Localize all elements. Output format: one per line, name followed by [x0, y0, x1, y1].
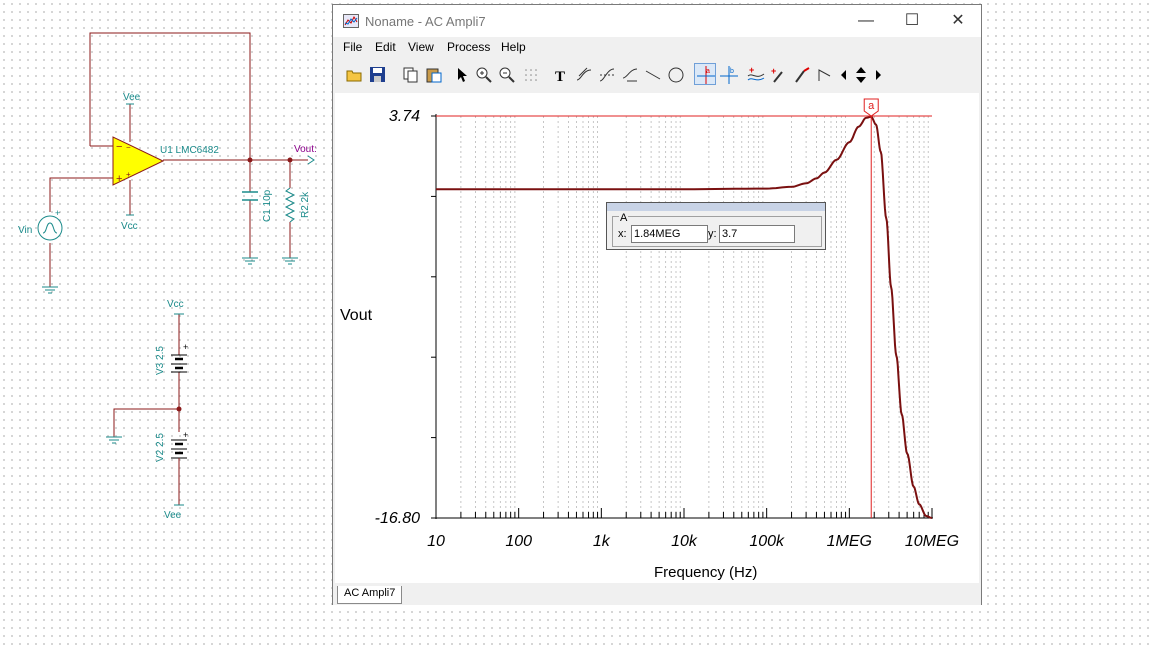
tab-strip: AC Ampli7 — [333, 583, 981, 605]
svg-text:+: + — [126, 170, 131, 179]
nav-right-icon[interactable] — [869, 63, 885, 85]
opamp-symbol[interactable]: − + − + — [112, 136, 165, 186]
vcc-supply-label: Vcc — [167, 299, 184, 310]
x-tick-label: 1MEG — [827, 533, 872, 550]
svg-text:+: + — [183, 430, 188, 440]
cursor-a-icon[interactable]: a — [694, 63, 716, 85]
v3-label: V3 2.5 — [155, 346, 166, 375]
curve-icon[interactable] — [595, 63, 617, 85]
vout-label: Vout: — [294, 144, 317, 155]
x-axis-label: Frequency (Hz) — [654, 564, 757, 581]
svg-text:+: + — [771, 66, 776, 76]
schematic-canvas[interactable]: − + − + U1 LMC6482 Vee Vcc Vout: + Vin C… — [0, 0, 330, 648]
diagram-window[interactable]: Noname - AC Ampli7 — ☐ ✕ File Edit View … — [332, 4, 982, 605]
r2-label: R2 2k — [300, 191, 311, 218]
window-title: Noname - AC Ampli7 — [365, 14, 486, 29]
cursor-b-icon[interactable]: b — [717, 63, 739, 85]
v2-label: V2 2.5 — [155, 433, 166, 462]
cursor-x-field[interactable]: 1.84MEG — [631, 225, 708, 243]
cursor-x-label: x: — [618, 228, 627, 240]
menu-view[interactable]: View — [408, 40, 434, 54]
minimize-button[interactable]: — — [843, 5, 889, 37]
marker-icon[interactable] — [790, 63, 812, 85]
svg-text:−: − — [126, 143, 131, 152]
plot-area[interactable]: 10 100 1k 10k 100k 1MEG 10MEG 3.74 -16.80 a Vout… — [335, 93, 979, 583]
curve-edit-icon[interactable] — [572, 63, 594, 85]
x-tick-label: 10 — [427, 533, 445, 550]
add-curve-icon[interactable]: + — [744, 63, 766, 85]
y-axis-label: Vout — [340, 307, 373, 324]
line-icon[interactable] — [641, 63, 663, 85]
circle-icon[interactable] — [664, 63, 686, 85]
save-icon[interactable] — [366, 63, 388, 85]
x-tick-label: 10MEG — [905, 533, 959, 550]
title-bar[interactable]: Noname - AC Ampli7 — ☐ ✕ — [333, 5, 981, 37]
bode-chart[interactable]: 10 100 1k 10k 100k 1MEG 10MEG 3.74 -16.80 a Vout… — [335, 93, 979, 583]
capacitor-c1[interactable] — [242, 191, 258, 201]
svg-text:+: + — [183, 342, 188, 352]
x-tick-label: 10k — [671, 533, 698, 550]
battery-v3[interactable] — [171, 354, 187, 373]
open-icon[interactable] — [343, 63, 365, 85]
cursor-y-label: y: — [708, 228, 717, 240]
copy-icon[interactable] — [399, 63, 421, 85]
cursor-y-field[interactable]: 3.7 — [719, 225, 795, 243]
zoom-out-icon[interactable] — [495, 63, 517, 85]
x-tick-label: 100k — [749, 533, 785, 550]
paste-icon[interactable] — [422, 63, 444, 85]
menu-help[interactable]: Help — [501, 40, 526, 54]
vee-pin-label: Vee — [123, 92, 141, 103]
y-tick-label: 3.74 — [389, 108, 420, 125]
svg-text:a: a — [706, 68, 710, 75]
toolbar: T a b + + — [339, 63, 899, 89]
cursor-readout-panel[interactable]: A x: 1.84MEG y: 3.7 — [606, 202, 826, 250]
resistor-r2[interactable] — [284, 187, 296, 223]
axis-icon[interactable] — [813, 63, 835, 85]
opamp-label: U1 LMC6482 — [160, 145, 219, 156]
grid-icon[interactable] — [519, 63, 541, 85]
text-icon[interactable]: T — [549, 63, 571, 85]
svg-text:+: + — [116, 173, 122, 185]
menu-edit[interactable]: Edit — [375, 40, 396, 54]
svg-text:−: − — [116, 141, 122, 153]
battery-v2[interactable] — [171, 439, 187, 459]
pointer-icon[interactable] — [449, 63, 471, 85]
maximize-button[interactable]: ☐ — [889, 5, 935, 37]
nav-updown-icon[interactable] — [851, 63, 869, 85]
app-icon — [343, 14, 359, 28]
x-tick-label: 1k — [593, 533, 611, 550]
svg-text:T: T — [555, 69, 565, 84]
cursor-a-label: a — [868, 100, 875, 112]
ground-symbols — [42, 257, 298, 444]
cursor-panel-title: A — [619, 212, 629, 224]
vee-supply-label: Vee — [164, 510, 182, 521]
y-tick-label: -16.80 — [375, 510, 420, 527]
svg-text:b: b — [730, 68, 734, 75]
vin-label: Vin — [18, 225, 32, 236]
c1-label: C1 10p — [262, 189, 273, 222]
close-button[interactable]: ✕ — [935, 5, 981, 37]
zoom-in-icon[interactable] — [472, 63, 494, 85]
curve-label-icon[interactable] — [618, 63, 640, 85]
x-tick-label: 100 — [505, 533, 532, 550]
menu-bar: File Edit View Process Help — [333, 37, 981, 59]
nav-left-icon[interactable] — [835, 63, 851, 85]
svg-text:+: + — [749, 66, 754, 75]
menu-file[interactable]: File — [343, 40, 362, 54]
junction-dots — [176, 157, 293, 412]
probe-icon[interactable]: + — [767, 63, 789, 85]
cursor-panel-titlebar[interactable] — [607, 203, 825, 211]
vcc-pin-label: Vcc — [121, 221, 138, 232]
svg-text:+: + — [55, 208, 60, 218]
vout-terminal[interactable] — [307, 155, 315, 165]
menu-process[interactable]: Process — [447, 40, 490, 54]
vin-source[interactable]: + — [37, 208, 63, 241]
tab-ac-ampli7[interactable]: AC Ampli7 — [337, 586, 403, 604]
chart-grid — [460, 116, 929, 518]
